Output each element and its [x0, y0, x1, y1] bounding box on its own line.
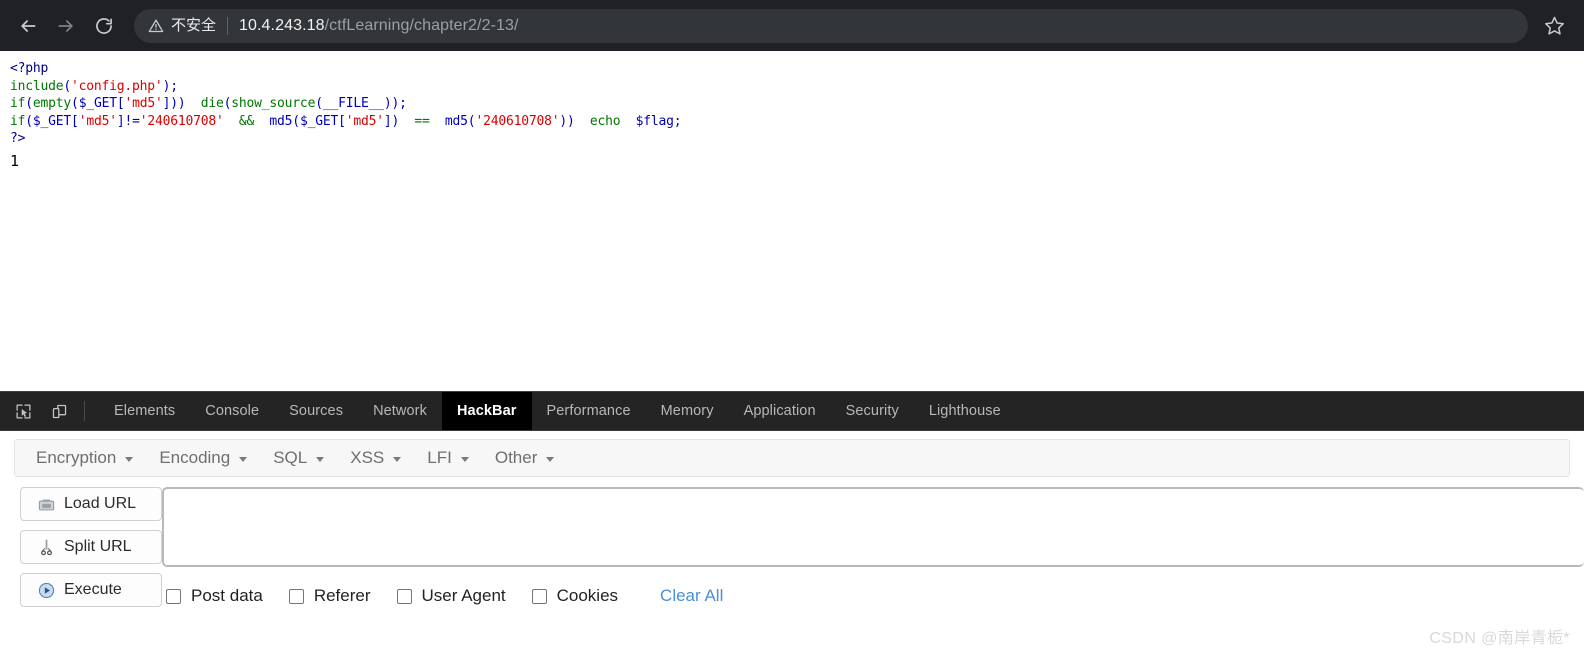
chevron-down-icon	[239, 457, 248, 462]
omnibox-divider	[227, 16, 229, 35]
device-toolbar-icon	[52, 404, 66, 418]
devtools-tool-icons	[0, 392, 99, 430]
chevron-down-icon	[460, 457, 469, 462]
checkbox-referer-label: Referer	[313, 586, 371, 605]
address-bar[interactable]: 不安全 10.4.243.18/ctfLearning/chapter2/2-1…	[134, 8, 1528, 43]
url-path: /ctfLearning/chapter2/2-13/	[324, 16, 519, 34]
tab-lighthouse[interactable]: Lighthouse	[914, 392, 1016, 430]
tab-sources[interactable]: Sources	[274, 392, 358, 430]
play-icon	[37, 581, 55, 599]
menu-xss-label: XSS	[350, 448, 385, 467]
warning-triangle-icon	[148, 19, 164, 32]
checkbox-box[interactable]	[288, 588, 304, 604]
tab-hackbar[interactable]: HackBar	[441, 392, 532, 430]
split-url-button[interactable]: Split URL	[20, 530, 162, 564]
forward-button[interactable]	[48, 8, 84, 44]
bookmark-star-button[interactable]	[1534, 6, 1574, 46]
checkbox-cookies[interactable]: Cookies	[531, 586, 619, 606]
menu-encoding[interactable]: Encoding	[146, 443, 260, 473]
checkbox-post-data-label: Post data	[191, 586, 263, 605]
execute-button[interactable]: Execute	[20, 573, 162, 607]
hackbar-body: Load URL Split URL Execute Post data Ref…	[0, 477, 1584, 607]
inspect-element-button[interactable]	[10, 398, 36, 424]
reload-icon	[96, 17, 112, 34]
code-line-5: ?>	[10, 131, 26, 146]
chevron-down-icon	[546, 457, 555, 462]
tab-elements[interactable]: Elements	[99, 392, 190, 430]
hackbar-action-buttons: Load URL Split URL Execute	[0, 487, 162, 607]
checkbox-user-agent-label: User Agent	[421, 586, 506, 605]
execute-label: Execute	[64, 581, 122, 598]
tab-application[interactable]: Application	[729, 392, 831, 430]
menu-encryption[interactable]: Encryption	[23, 443, 146, 473]
menu-xss[interactable]: XSS	[337, 443, 414, 473]
tab-network[interactable]: Network	[358, 392, 442, 430]
chevron-down-icon	[393, 457, 402, 462]
inbox-tray-icon	[38, 499, 54, 510]
menu-sql[interactable]: SQL	[260, 443, 337, 473]
php-source-code: <?php include('config.php'); if(empty($_…	[0, 51, 1584, 148]
navigation-buttons	[0, 8, 122, 44]
play-circle-icon	[38, 582, 54, 598]
security-label: 不安全	[171, 17, 217, 34]
clear-all-link[interactable]: Clear All	[660, 586, 723, 606]
url-text: 10.4.243.18/ctfLearning/chapter2/2-13/	[239, 17, 519, 35]
chevron-down-icon	[125, 457, 134, 462]
devtools-panel: Elements Console Sources Network HackBar…	[0, 391, 1584, 660]
back-button[interactable]	[10, 8, 46, 44]
page-viewport: <?php include('config.php'); if(empty($_…	[0, 51, 1584, 391]
load-url-button[interactable]: Load URL	[20, 487, 162, 521]
hackbar-options-row: Post data Referer User Agent Cookies Cle…	[162, 567, 1584, 606]
checkbox-box[interactable]	[166, 588, 181, 604]
page-output-text: 1	[10, 151, 20, 170]
tab-security[interactable]: Security	[831, 392, 914, 430]
tab-console[interactable]: Console	[190, 392, 274, 430]
hackbar-menubar: Encryption Encoding SQL XSS LFI Other	[14, 439, 1570, 477]
url-textarea[interactable]	[162, 487, 1584, 567]
arrow-left-icon	[21, 19, 36, 32]
code-line-1: <?php	[10, 61, 49, 76]
checkbox-box[interactable]	[531, 588, 547, 604]
checkbox-post-data[interactable]: Post data	[166, 586, 263, 606]
code-line-3: if(empty($_GET['md5'])) die(show_source(…	[10, 96, 407, 111]
menu-lfi-label: LFI	[427, 448, 452, 467]
code-line-4: if($_GET['md5']!='240610708' && md5($_GE…	[10, 113, 682, 129]
load-url-label: Load URL	[64, 495, 137, 512]
devtools-icon-divider	[84, 401, 85, 421]
checkbox-cookies-label: Cookies	[556, 586, 619, 605]
scissors-icon	[37, 538, 55, 556]
screen-root: 不安全 10.4.243.18/ctfLearning/chapter2/2-1…	[0, 0, 1584, 660]
security-indicator[interactable]: 不安全	[148, 18, 216, 34]
devtools-tabs: Elements Console Sources Network HackBar…	[99, 392, 1016, 430]
reload-button[interactable]	[86, 8, 122, 44]
star-icon	[1544, 16, 1564, 35]
browser-toolbar: 不安全 10.4.243.18/ctfLearning/chapter2/2-1…	[0, 0, 1584, 51]
split-url-label: Split URL	[64, 538, 132, 555]
checkbox-user-agent[interactable]: User Agent	[396, 586, 506, 606]
checkbox-box[interactable]	[396, 588, 412, 604]
menu-lfi[interactable]: LFI	[414, 443, 482, 473]
tab-performance[interactable]: Performance	[532, 392, 646, 430]
inspect-element-icon	[15, 403, 31, 419]
checkbox-referer[interactable]: Referer	[288, 586, 371, 606]
chevron-down-icon	[316, 457, 325, 462]
scissors-glyph	[40, 538, 52, 555]
url-host: 10.4.243.18	[239, 16, 325, 34]
menu-sql-label: SQL	[273, 448, 308, 467]
devtools-tabbar: Elements Console Sources Network HackBar…	[0, 392, 1584, 431]
hackbar-input-area: Post data Referer User Agent Cookies Cle…	[162, 487, 1584, 607]
tab-memory[interactable]: Memory	[646, 392, 729, 430]
arrow-right-icon	[58, 19, 73, 32]
menu-other[interactable]: Other	[482, 443, 568, 473]
hackbar-panel: Encryption Encoding SQL XSS LFI Other Lo…	[0, 439, 1584, 660]
csdn-watermark: CSDN @南岸青栀*	[1429, 630, 1570, 647]
code-line-2: include('config.php');	[10, 78, 178, 94]
menu-encryption-label: Encryption	[36, 448, 117, 467]
menu-encoding-label: Encoding	[159, 448, 231, 467]
device-toolbar-button[interactable]	[46, 398, 72, 424]
menu-other-label: Other	[494, 448, 538, 467]
load-url-icon	[37, 495, 55, 513]
